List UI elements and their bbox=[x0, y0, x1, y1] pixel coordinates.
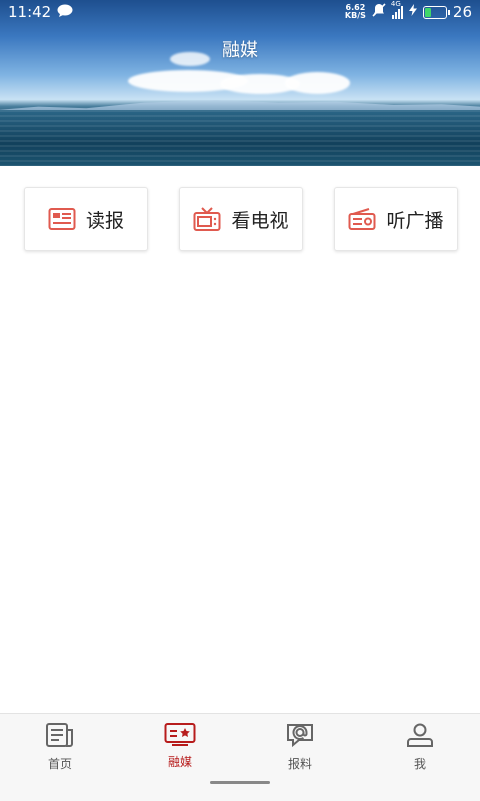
watch-tv-button[interactable]: 看电视 bbox=[179, 187, 303, 251]
battery-icon bbox=[422, 5, 450, 19]
newspaper-icon bbox=[48, 207, 76, 231]
home-news-icon bbox=[45, 722, 75, 751]
tab-report[interactable]: 报料 bbox=[240, 722, 360, 772]
notification-muted-icon bbox=[372, 3, 386, 21]
status-bar: 11:42 6.62 KB/S 4G 26 bbox=[0, 0, 480, 24]
sea-surface bbox=[0, 110, 480, 166]
battery-percentage: 26 bbox=[452, 3, 472, 21]
header-banner: 11:42 6.62 KB/S 4G 26 融媒 bbox=[0, 0, 480, 166]
profile-icon bbox=[405, 722, 435, 751]
tv-icon bbox=[193, 206, 221, 232]
card-label: 听广播 bbox=[386, 209, 444, 232]
network-speed: 6.62 KB/S bbox=[345, 4, 366, 20]
message-icon bbox=[57, 3, 73, 21]
network-type: 4G bbox=[390, 0, 401, 8]
tab-label: 融媒 bbox=[167, 755, 192, 769]
media-entry-cards: 读报 看电视 听广播 bbox=[24, 187, 458, 251]
card-label: 读报 bbox=[85, 209, 124, 232]
tab-home[interactable]: 首页 bbox=[0, 722, 120, 772]
home-indicator-bar[interactable] bbox=[210, 781, 270, 784]
bottom-tab-bar: 首页 融媒 报料 我 bbox=[0, 713, 480, 801]
page-title: 融媒 bbox=[222, 40, 258, 61]
report-icon bbox=[285, 722, 315, 751]
tab-label: 首页 bbox=[47, 757, 72, 771]
tab-label: 报料 bbox=[287, 757, 312, 771]
signal-icon: 4G bbox=[391, 0, 403, 19]
status-time: 11:42 bbox=[8, 3, 52, 21]
read-newspaper-button[interactable]: 读报 bbox=[24, 187, 148, 251]
charging-icon bbox=[408, 4, 417, 20]
speed-unit: KB/S bbox=[344, 11, 366, 20]
card-label: 看电视 bbox=[231, 209, 289, 232]
tab-profile[interactable]: 我 bbox=[360, 722, 480, 772]
tab-media[interactable]: 融媒 bbox=[120, 722, 240, 770]
radio-icon bbox=[348, 207, 376, 231]
tab-label: 我 bbox=[413, 757, 426, 771]
cloud-decoration bbox=[285, 72, 350, 94]
media-icon bbox=[164, 722, 196, 749]
listen-radio-button[interactable]: 听广播 bbox=[334, 187, 458, 251]
